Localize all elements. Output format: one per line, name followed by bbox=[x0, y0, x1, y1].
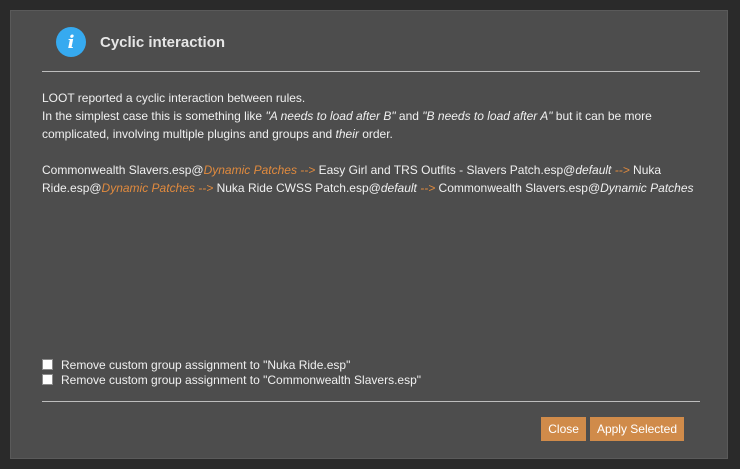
cycle-group: default bbox=[575, 163, 612, 177]
cycle-group: Dynamic Patches bbox=[600, 181, 694, 195]
cycle-plugin: Easy Girl and TRS Outfits - Slavers Patc… bbox=[318, 163, 576, 177]
example-rule-2: "B needs to load after A" bbox=[422, 109, 553, 123]
cycle-arrow: --> bbox=[296, 163, 319, 177]
cycle-plugin: Commonwealth Slavers.esp@ bbox=[42, 163, 204, 177]
footer-divider bbox=[42, 401, 700, 402]
message-line-1: LOOT reported a cyclic interaction betwe… bbox=[42, 91, 306, 105]
example-rule-1: "A needs to load after B" bbox=[265, 109, 396, 123]
cyclic-interaction-dialog: i Cyclic interaction LOOT reported a cyc… bbox=[10, 10, 728, 459]
cycle-arrow: --> bbox=[194, 181, 217, 195]
option-checkbox[interactable] bbox=[42, 374, 53, 385]
dialog-title: Cyclic interaction bbox=[100, 33, 226, 51]
close-button[interactable]: Close bbox=[541, 417, 586, 441]
cycle-plugin: Commonwealth Slavers.esp@ bbox=[438, 181, 601, 195]
option-label: Remove custom group assignment to "Commo… bbox=[61, 372, 422, 387]
cycle-group: Dynamic Patches bbox=[101, 181, 195, 195]
cycle-group: Dynamic Patches bbox=[203, 163, 297, 177]
option-label: Remove custom group assignment to "Nuka … bbox=[61, 357, 351, 372]
fix-options: Remove custom group assignment to "Nuka … bbox=[42, 357, 421, 387]
info-icon: i bbox=[56, 27, 86, 57]
option-checkbox[interactable] bbox=[42, 359, 53, 370]
apply-selected-button[interactable]: Apply Selected bbox=[589, 417, 684, 441]
cycle-group: default bbox=[380, 181, 417, 195]
dialog-header: i Cyclic interaction bbox=[56, 27, 225, 57]
cycle-arrow: --> bbox=[416, 181, 439, 195]
cycle-description: Commonwealth Slavers.esp@Dynamic Patches… bbox=[42, 161, 704, 197]
dialog-body: LOOT reported a cyclic interaction betwe… bbox=[42, 89, 704, 197]
message-line-2: In the simplest case this is something l… bbox=[42, 109, 652, 141]
cycle-plugin: Nuka Ride CWSS Patch.esp@ bbox=[216, 181, 381, 195]
option-remove-commonwealth-slavers[interactable]: Remove custom group assignment to "Commo… bbox=[42, 372, 421, 387]
dialog-buttons: Close Apply Selected bbox=[537, 417, 684, 441]
header-divider bbox=[42, 71, 700, 72]
cycle-arrow: --> bbox=[611, 163, 634, 177]
option-remove-nuka-ride[interactable]: Remove custom group assignment to "Nuka … bbox=[42, 357, 421, 372]
